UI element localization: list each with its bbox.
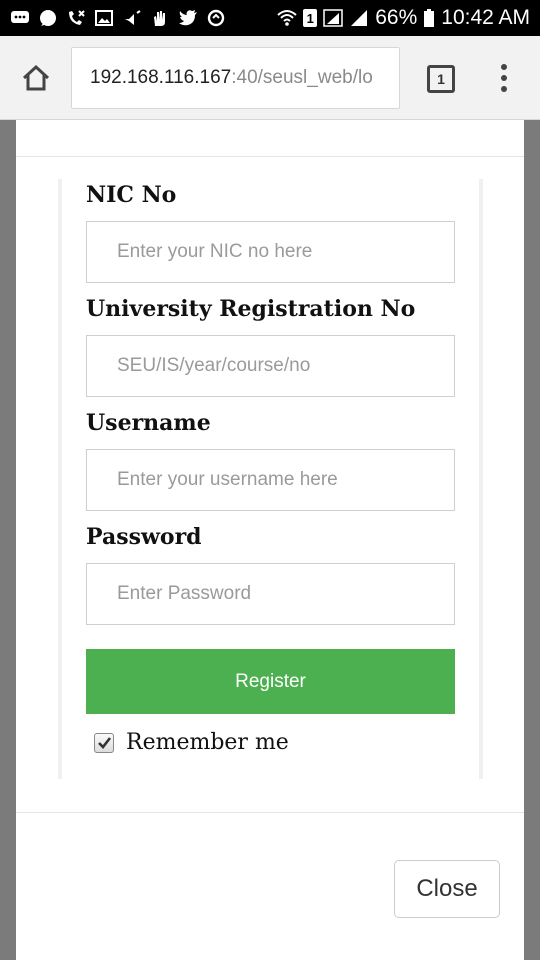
twitter-icon — [178, 9, 198, 27]
checkmark-icon — [98, 736, 112, 749]
silent-icon — [122, 9, 142, 27]
chat-bubble-icon — [10, 9, 30, 27]
missed-call-icon — [66, 9, 86, 27]
battery-percent: 66% — [375, 6, 418, 29]
battery-icon — [423, 9, 435, 27]
registration-no-label: University Registration No — [86, 296, 416, 322]
remember-me-checkbox[interactable] — [94, 732, 114, 753]
registration-form: NIC No University Registration No Userna… — [58, 179, 483, 779]
status-bar-notifications — [10, 9, 226, 27]
address-bar[interactable]: 192.168.116.167:40/seusl_web/lo — [71, 47, 400, 109]
menu-dot — [501, 64, 507, 70]
hand-icon — [150, 9, 170, 27]
chat-icon — [38, 9, 58, 27]
modal-footer: Close — [16, 812, 524, 960]
signal-icon — [349, 9, 369, 27]
url-path: :40/seusl_web/lo — [231, 67, 373, 88]
signal-icon — [323, 9, 343, 27]
home-button[interactable] — [16, 60, 56, 96]
username-label: Username — [86, 410, 211, 436]
sim-icon: 1 — [303, 9, 318, 27]
registration-no-input[interactable] — [86, 335, 455, 397]
menu-dot — [501, 75, 507, 81]
status-bar-system: 1 66% 10:42 AM — [277, 6, 530, 30]
wifi-icon — [277, 9, 297, 27]
modal-body: NIC No University Registration No Userna… — [16, 157, 524, 812]
password-label: Password — [86, 524, 202, 550]
more-menu-button[interactable] — [494, 58, 514, 98]
nic-label: NIC No — [86, 182, 177, 208]
status-bar: 1 66% 10:42 AM — [0, 0, 540, 36]
menu-dot — [501, 86, 507, 92]
nic-input[interactable] — [86, 221, 455, 283]
home-icon — [22, 64, 50, 91]
clock: 10:42 AM — [441, 6, 530, 29]
tab-switcher-button[interactable]: 1 — [427, 65, 455, 93]
remember-me-label: Remember me — [126, 730, 289, 755]
password-input[interactable] — [86, 563, 455, 625]
remember-me-row: Remember me — [94, 730, 289, 755]
register-button[interactable]: Register — [86, 649, 455, 714]
browser-toolbar: 192.168.116.167:40/seusl_web/lo 1 — [0, 36, 540, 120]
sync-icon — [206, 9, 226, 27]
close-button[interactable]: Close — [394, 860, 500, 918]
registration-modal: NIC No University Registration No Userna… — [16, 120, 524, 960]
modal-header — [16, 120, 524, 157]
image-icon — [94, 9, 114, 27]
username-input[interactable] — [86, 449, 455, 511]
url-host: 192.168.116.167 — [90, 67, 232, 88]
